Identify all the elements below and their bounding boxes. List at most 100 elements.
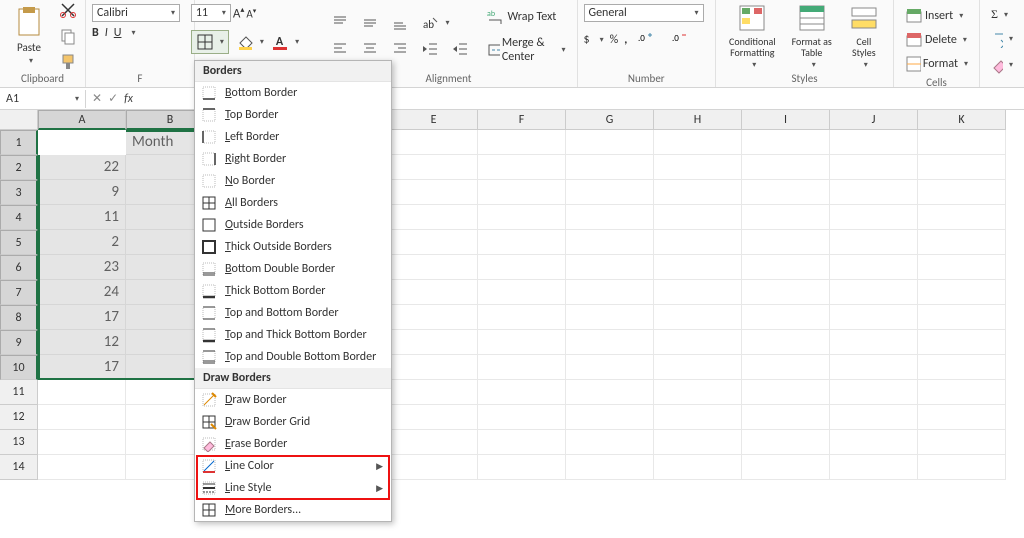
cell-A6[interactable]: 23 xyxy=(38,255,126,280)
decrease-decimal-button[interactable]: .0 xyxy=(667,28,695,52)
cell-H1[interactable] xyxy=(654,130,742,155)
font-name-select[interactable]: Calibri▾ xyxy=(92,4,180,22)
column-header-A[interactable]: A xyxy=(38,110,126,130)
cell-J6[interactable] xyxy=(830,255,918,280)
paste-button[interactable]: Paste ▾ xyxy=(6,4,52,69)
cell-A14[interactable] xyxy=(38,455,126,480)
row-header-8[interactable]: 8 xyxy=(0,305,38,330)
row-header-10[interactable]: 10 xyxy=(0,355,38,380)
cell-A9[interactable]: 12 xyxy=(38,330,126,355)
cell-J4[interactable] xyxy=(830,205,918,230)
cell-E2[interactable] xyxy=(390,155,478,180)
cell-F9[interactable] xyxy=(478,330,566,355)
column-header-J[interactable]: J xyxy=(830,110,918,130)
cell-H3[interactable] xyxy=(654,180,742,205)
menu-item-outside[interactable]: Outside Borders xyxy=(195,214,391,236)
accounting-button[interactable]: $ xyxy=(584,33,590,47)
cell-F2[interactable] xyxy=(478,155,566,180)
cell-I11[interactable] xyxy=(742,380,830,405)
cell-J7[interactable] xyxy=(830,280,918,305)
cell-K12[interactable] xyxy=(918,405,1006,430)
cell-E3[interactable] xyxy=(390,180,478,205)
column-header-G[interactable]: G xyxy=(566,110,654,130)
cell-J12[interactable] xyxy=(830,405,918,430)
row-header-2[interactable]: 2 xyxy=(0,155,38,180)
cell-K9[interactable] xyxy=(918,330,1006,355)
cell-G1[interactable] xyxy=(566,130,654,155)
column-header-K[interactable]: K xyxy=(918,110,1006,130)
align-bottom-button[interactable] xyxy=(386,11,414,35)
menu-item-left[interactable]: Left Border xyxy=(195,126,391,148)
delete-button[interactable]: Delete▾ xyxy=(900,28,973,52)
cell-J5[interactable] xyxy=(830,230,918,255)
increase-font-button[interactable]: A▴ xyxy=(233,5,245,21)
cell-I7[interactable] xyxy=(742,280,830,305)
cell-H4[interactable] xyxy=(654,205,742,230)
cell-K11[interactable] xyxy=(918,380,1006,405)
cell-A13[interactable] xyxy=(38,430,126,455)
cell-I4[interactable] xyxy=(742,205,830,230)
menu-item-style[interactable]: Line Style▶ xyxy=(195,477,391,499)
row-header-6[interactable]: 6 xyxy=(0,255,38,280)
cell-F10[interactable] xyxy=(478,355,566,380)
menu-item-top[interactable]: Top Border xyxy=(195,104,391,126)
cell-F13[interactable] xyxy=(478,430,566,455)
cell-J11[interactable] xyxy=(830,380,918,405)
select-all-corner[interactable] xyxy=(0,110,38,130)
cell-E6[interactable] xyxy=(390,255,478,280)
column-header-E[interactable]: E xyxy=(390,110,478,130)
cell-H8[interactable] xyxy=(654,305,742,330)
comma-button[interactable]: , xyxy=(624,33,627,47)
cell-A5[interactable]: 2 xyxy=(38,230,126,255)
row-header-7[interactable]: 7 xyxy=(0,280,38,305)
cell-J9[interactable] xyxy=(830,330,918,355)
conditional-formatting-button[interactable]: Conditional Formatting▾ xyxy=(722,0,783,73)
cell-G11[interactable] xyxy=(566,380,654,405)
copy-button[interactable] xyxy=(54,24,82,48)
cell-I12[interactable] xyxy=(742,405,830,430)
cell-F5[interactable] xyxy=(478,230,566,255)
cell-F4[interactable] xyxy=(478,205,566,230)
font-color-button[interactable]: A▾ xyxy=(271,32,304,53)
cell-A10[interactable]: 17 xyxy=(38,355,126,380)
cell-G13[interactable] xyxy=(566,430,654,455)
clear-button[interactable]: ▾ xyxy=(986,53,1018,77)
align-top-button[interactable] xyxy=(326,11,354,35)
cell-H12[interactable] xyxy=(654,405,742,430)
cell-J8[interactable] xyxy=(830,305,918,330)
borders-button[interactable]: ▾ xyxy=(191,30,229,54)
name-box[interactable]: A1▾ xyxy=(0,90,86,108)
column-header-I[interactable]: I xyxy=(742,110,830,130)
cell-J1[interactable] xyxy=(830,130,918,155)
menu-item-erase[interactable]: Erase Border xyxy=(195,433,391,455)
align-center-button[interactable] xyxy=(356,37,384,61)
row-header-12[interactable]: 12 xyxy=(0,405,38,430)
cell-E4[interactable] xyxy=(390,205,478,230)
cell-A11[interactable] xyxy=(38,380,126,405)
cell-J10[interactable] xyxy=(830,355,918,380)
cell-styles-button[interactable]: Cell Styles▾ xyxy=(841,0,887,73)
cell-G10[interactable] xyxy=(566,355,654,380)
cell-F8[interactable] xyxy=(478,305,566,330)
enter-formula-button[interactable]: ✓ xyxy=(108,91,118,106)
cell-G9[interactable] xyxy=(566,330,654,355)
menu-item-right[interactable]: Right Border xyxy=(195,148,391,170)
cell-G3[interactable] xyxy=(566,180,654,205)
fill-color-button[interactable]: ▾ xyxy=(231,30,269,54)
wrap-text-button[interactable]: abWrap Text xyxy=(482,5,570,29)
cell-F1[interactable] xyxy=(478,130,566,155)
menu-item-bottom[interactable]: Bottom Border xyxy=(195,82,391,104)
cell-J2[interactable] xyxy=(830,155,918,180)
cell-E14[interactable] xyxy=(390,455,478,480)
cell-F6[interactable] xyxy=(478,255,566,280)
cell-E13[interactable] xyxy=(390,430,478,455)
cell-K3[interactable] xyxy=(918,180,1006,205)
cell-G4[interactable] xyxy=(566,205,654,230)
format-as-table-button[interactable]: Format as Table▾ xyxy=(785,0,839,73)
font-size-select[interactable]: 11▾ xyxy=(191,4,231,22)
cell-I3[interactable] xyxy=(742,180,830,205)
row-header-3[interactable]: 3 xyxy=(0,180,38,205)
cell-A3[interactable]: 9 xyxy=(38,180,126,205)
menu-item-color[interactable]: Line Color▶ xyxy=(195,455,391,477)
row-header-1[interactable]: 1 xyxy=(0,130,38,155)
